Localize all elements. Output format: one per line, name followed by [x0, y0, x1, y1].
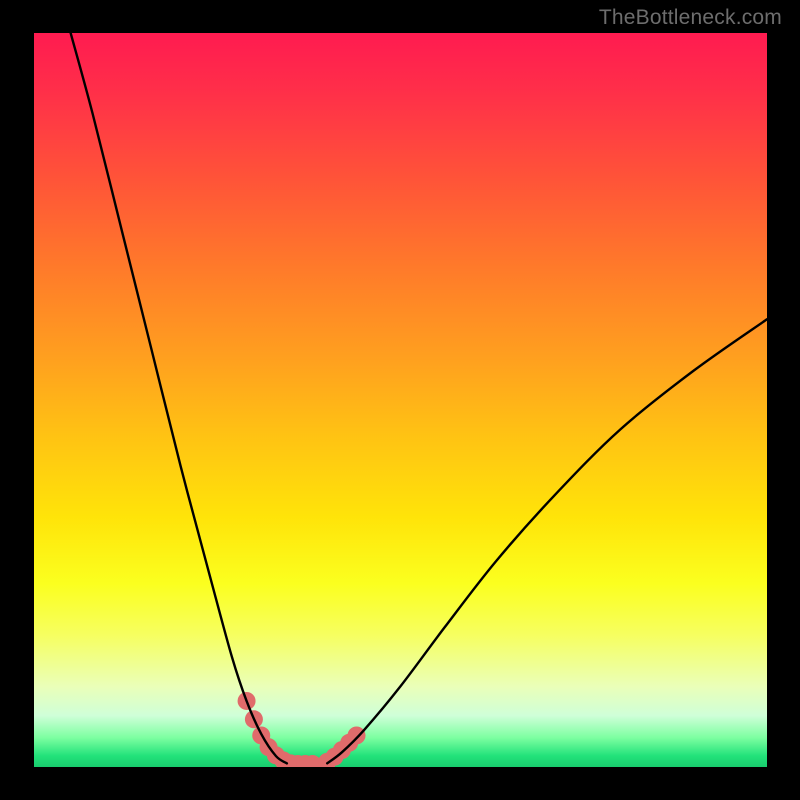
left-branch-path	[71, 33, 287, 763]
chart-svg	[34, 33, 767, 767]
chart-frame: TheBottleneck.com	[0, 0, 800, 800]
marker-dot	[348, 726, 366, 744]
right-branch-path	[327, 319, 767, 763]
plot-area	[34, 33, 767, 767]
markers-group	[238, 692, 366, 767]
watermark: TheBottleneck.com	[599, 6, 782, 30]
